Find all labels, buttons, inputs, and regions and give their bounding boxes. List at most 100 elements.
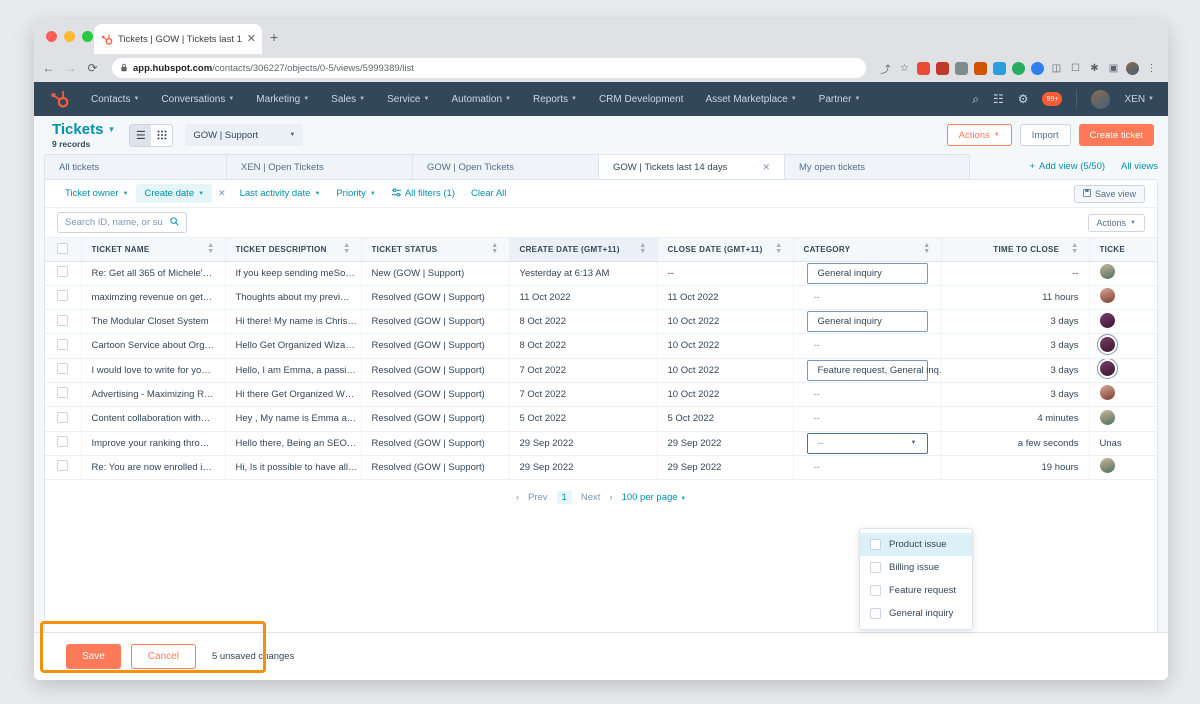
nav-item-marketing[interactable]: Marketing▼ (245, 94, 320, 105)
dropdown-option-feature-request[interactable]: Feature request (860, 579, 972, 602)
select-all-checkbox[interactable] (57, 243, 68, 254)
cell-ticket-owner[interactable]: Unas (1089, 431, 1157, 455)
list-view-icon[interactable]: ☰ (130, 125, 151, 146)
cell-category[interactable]: -- (793, 407, 941, 432)
category-editor[interactable]: -- (804, 286, 931, 310)
table-row[interactable]: Advertising - Maximizing R… Hi there Get… (45, 382, 1157, 407)
create-ticket-button[interactable]: Create ticket (1079, 124, 1154, 146)
cell-ticket-name[interactable]: Improve your ranking thro… (81, 431, 225, 455)
column-header-ticket-status[interactable]: TICKET STATUS▲▼ (361, 238, 509, 261)
cell-category[interactable]: -- ▼ (793, 431, 941, 455)
address-bar[interactable]: app.hubspot.com/contacts/306227/objects/… (112, 58, 866, 78)
avatar[interactable] (1100, 264, 1115, 279)
column-header-ticket-owner[interactable]: TICKE (1089, 238, 1157, 261)
cell-category[interactable]: General inquiry (793, 310, 941, 334)
extension-icon-5[interactable] (993, 62, 1006, 75)
table-row[interactable]: maximzing revenue on get… Thoughts about… (45, 285, 1157, 310)
avatar[interactable] (1091, 90, 1110, 109)
row-checkbox[interactable] (57, 387, 68, 398)
sort-icon[interactable]: ▲▼ (775, 243, 782, 256)
cell-ticket-owner[interactable] (1089, 407, 1157, 432)
category-editor[interactable]: General inquiry (807, 263, 928, 284)
option-checkbox[interactable] (870, 608, 881, 619)
cell-category[interactable]: -- (793, 455, 941, 480)
add-view-button[interactable]: +Add view (5/50) (1029, 161, 1105, 172)
cell-ticket-owner[interactable] (1089, 261, 1157, 285)
view-tab-my-open-tickets[interactable]: My open tickets (784, 154, 970, 179)
search-input[interactable]: Search ID, name, or su (57, 212, 187, 233)
cell-category[interactable]: -- (793, 285, 941, 310)
pagination-next-button[interactable]: Next (581, 492, 601, 503)
cell-ticket-owner[interactable] (1089, 310, 1157, 334)
view-tab-xen-open-tickets[interactable]: XEN | Open Tickets (226, 154, 412, 179)
save-view-button[interactable]: Save view (1074, 185, 1145, 203)
maximize-window-button[interactable] (82, 31, 93, 42)
extensions-puzzle-icon[interactable]: ✱ (1088, 63, 1101, 74)
row-checkbox[interactable] (57, 315, 68, 326)
cell-ticket-name[interactable]: Advertising - Maximizing R… (81, 382, 225, 407)
column-header-close-date[interactable]: CLOSE DATE (GMT+11)▲▼ (657, 238, 793, 261)
dropdown-option-billing-issue[interactable]: Billing issue (860, 556, 972, 579)
row-checkbox[interactable] (57, 290, 68, 301)
sort-icon[interactable]: ▲▼ (343, 243, 350, 256)
pagination-next-arrow-icon[interactable]: › (609, 492, 612, 503)
search-icon[interactable]: ⌕ (972, 92, 979, 107)
option-checkbox[interactable] (870, 539, 881, 550)
dropdown-option-general-inquiry[interactable]: General inquiry (860, 602, 972, 625)
board-view-icon[interactable] (151, 125, 172, 146)
page-title[interactable]: Tickets▼ (52, 121, 115, 138)
sort-icon[interactable]: ▲▼ (639, 243, 646, 256)
cell-category[interactable]: -- (793, 382, 941, 407)
extension-icon-7[interactable] (1031, 62, 1044, 75)
row-checkbox[interactable] (57, 266, 68, 277)
view-tab-all-tickets[interactable]: All tickets (44, 154, 226, 179)
nav-item-conversations[interactable]: Conversations▼ (150, 94, 245, 105)
all-filters-button[interactable]: All filters (1) (384, 184, 463, 204)
category-editor[interactable]: -- (804, 407, 931, 431)
category-select-open[interactable]: -- ▼ (807, 433, 928, 454)
extension-icon-1[interactable] (917, 62, 930, 75)
cell-ticket-name[interactable]: Re: Get all 365 of Michele'… (81, 261, 225, 285)
import-button[interactable]: Import (1020, 124, 1071, 146)
back-icon[interactable]: ← (42, 61, 55, 75)
nav-item-service[interactable]: Service▼ (376, 94, 440, 105)
sort-icon[interactable]: ▲▼ (207, 243, 214, 256)
column-header-category[interactable]: CATEGORY▲▼ (793, 238, 941, 261)
chevron-down-icon[interactable]: ▼ (911, 440, 917, 446)
cell-ticket-name[interactable]: The Modular Closet System (81, 310, 225, 334)
cell-ticket-owner[interactable] (1089, 455, 1157, 480)
table-actions-button[interactable]: Actions▼ (1088, 214, 1145, 232)
save-page-icon[interactable]: ◫ (1050, 63, 1063, 74)
notifications-badge[interactable]: 99+ (1042, 92, 1062, 106)
clear-create-date-filter-icon[interactable]: ✕ (212, 188, 232, 199)
extension-icon-2[interactable] (936, 62, 949, 75)
table-row[interactable]: Re: You are now enrolled i… Hi, Is it po… (45, 455, 1157, 480)
column-header-ticket-description[interactable]: TICKET DESCRIPTION▲▼ (225, 238, 361, 261)
avatar[interactable] (1100, 337, 1115, 352)
table-row[interactable]: Improve your ranking thro… Hello there, … (45, 431, 1157, 455)
sidepanel-icon[interactable]: ▣ (1107, 63, 1120, 74)
nav-item-contacts[interactable]: Contacts▼ (80, 94, 150, 105)
table-row[interactable]: Content collaboration with… Hey , My nam… (45, 407, 1157, 432)
cell-ticket-owner[interactable] (1089, 285, 1157, 310)
option-checkbox[interactable] (870, 585, 881, 596)
cell-ticket-name[interactable]: Re: You are now enrolled i… (81, 455, 225, 480)
cell-ticket-owner[interactable] (1089, 358, 1157, 382)
view-tab-gow-tickets-last-14-days[interactable]: GOW | Tickets last 14 days✕ (598, 154, 784, 179)
nav-item-automation[interactable]: Automation▼ (440, 94, 522, 105)
pipeline-select[interactable]: GOW | Support ▼ (185, 124, 303, 146)
cell-ticket-name[interactable]: Cartoon Service about Org… (81, 334, 225, 359)
bookmark-star-icon[interactable]: ☆ (898, 63, 911, 74)
pagination-prev-arrow-icon[interactable]: ‹ (516, 492, 519, 503)
extension-icon-3[interactable] (955, 62, 968, 75)
save-button[interactable]: Save (66, 644, 121, 669)
nav-item-crm-development[interactable]: CRM Development (588, 94, 694, 105)
filter-create-date[interactable]: Create date▼ (136, 184, 212, 203)
profile-avatar-icon[interactable] (1126, 62, 1139, 75)
nav-item-sales[interactable]: Sales▼ (320, 94, 376, 105)
nav-item-asset-marketplace[interactable]: Asset Marketplace▼ (694, 94, 807, 105)
avatar[interactable] (1100, 410, 1115, 425)
row-checkbox[interactable] (57, 436, 68, 447)
row-checkbox[interactable] (57, 339, 68, 350)
column-header-ticket-name[interactable]: TICKET NAME▲▼ (81, 238, 225, 261)
